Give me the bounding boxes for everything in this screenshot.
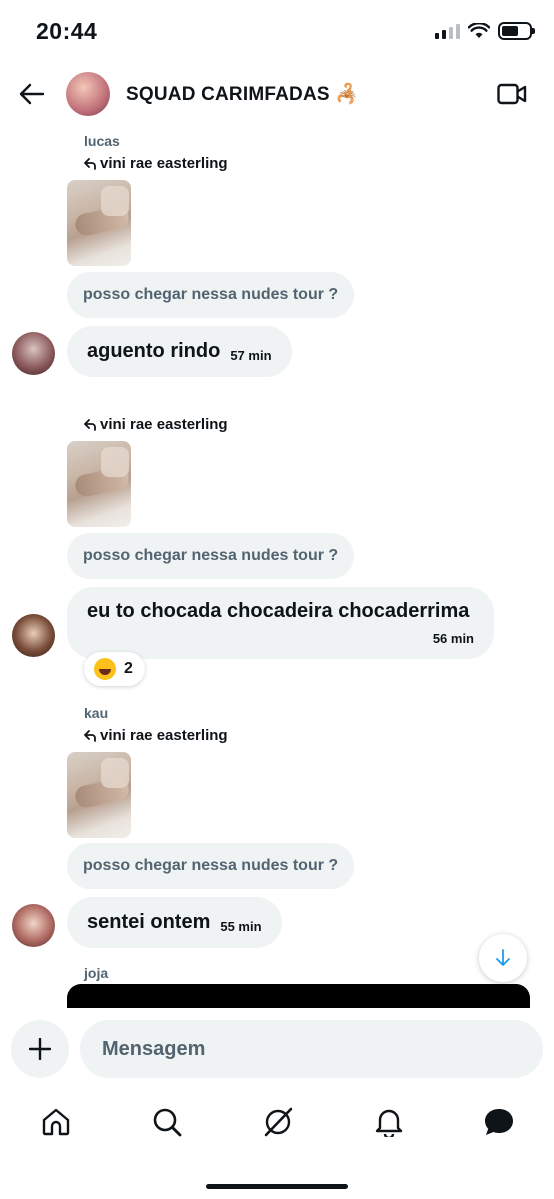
- messages-icon: [485, 1109, 513, 1135]
- quoted-media-thumbnail[interactable]: [67, 441, 131, 527]
- tab-grok[interactable]: [248, 1102, 308, 1142]
- quoted-message[interactable]: posso chegar nessa nudes tour ?: [67, 272, 355, 318]
- bottom-tab-bar: [0, 1088, 554, 1199]
- quoted-media-thumbnail[interactable]: [67, 180, 131, 266]
- grok-icon: [264, 1107, 293, 1137]
- reply-to-name: vini rae easterling: [100, 727, 228, 744]
- reaction-count: 2: [124, 660, 133, 677]
- reply-icon: [84, 729, 96, 742]
- avatar[interactable]: [12, 904, 55, 947]
- video-call-button[interactable]: [496, 78, 528, 110]
- reply-indicator: vini rae easterling: [84, 155, 228, 172]
- group-avatar[interactable]: [66, 72, 110, 116]
- bell-icon: [375, 1109, 403, 1137]
- message-text: aguento rindo: [87, 340, 221, 362]
- sender-name: kau: [84, 705, 109, 721]
- quoted-media-thumbnail[interactable]: [67, 752, 131, 838]
- reply-icon: [84, 157, 96, 170]
- conversation-header: SQUAD CARIMFADAS 🦂: [0, 64, 554, 124]
- message-time: 55 min: [220, 919, 262, 934]
- sender-name: joja: [84, 965, 109, 981]
- back-button[interactable]: [14, 76, 50, 112]
- message-time: 56 min: [432, 631, 474, 646]
- cellular-signal-icon: [435, 23, 460, 39]
- battery-icon: [498, 22, 535, 40]
- reply-icon: [84, 418, 96, 431]
- attach-button[interactable]: [11, 1020, 69, 1078]
- quoted-message[interactable]: posso chegar nessa nudes tour ?: [67, 843, 355, 889]
- reply-indicator: vini rae easterling: [84, 727, 228, 744]
- status-icons: [435, 22, 535, 40]
- message-composer: [0, 1008, 554, 1088]
- tab-home[interactable]: [26, 1102, 86, 1142]
- avatar[interactable]: [12, 614, 55, 657]
- group-title[interactable]: SQUAD CARIMFADAS 🦂: [126, 82, 359, 106]
- reaction-badge[interactable]: 2: [84, 652, 145, 686]
- message-bubble[interactable]: eu to chocada chocadeira chocaderrima 56…: [67, 587, 494, 659]
- status-bar: 20:44: [0, 0, 554, 64]
- reply-to-name: vini rae easterling: [100, 416, 228, 433]
- back-arrow-icon: [19, 83, 45, 105]
- home-indicator: [206, 1184, 348, 1189]
- home-icon: [42, 1108, 70, 1136]
- message-text: eu to chocada chocadeira chocaderrima: [87, 600, 470, 622]
- video-camera-icon: [497, 83, 527, 105]
- tab-notifications[interactable]: [359, 1102, 419, 1142]
- plus-icon: [29, 1038, 51, 1060]
- arrow-down-icon: [496, 949, 510, 966]
- reply-to-name: vini rae easterling: [100, 155, 228, 172]
- message-input[interactable]: [80, 1020, 543, 1078]
- wifi-icon: [468, 23, 490, 38]
- sender-name: lucas: [84, 133, 120, 149]
- avatar[interactable]: [12, 332, 55, 375]
- reply-indicator: vini rae easterling: [84, 416, 228, 433]
- quoted-message[interactable]: posso chegar nessa nudes tour ?: [67, 533, 355, 579]
- laughing-emoji-icon: [94, 658, 116, 680]
- message-time: 57 min: [230, 348, 272, 363]
- tab-search[interactable]: [137, 1102, 197, 1142]
- tab-messages[interactable]: [469, 1102, 529, 1142]
- search-icon: [153, 1108, 182, 1137]
- message-bubble[interactable]: aguento rindo 57 min: [67, 326, 292, 377]
- scroll-to-bottom-button[interactable]: [479, 934, 527, 982]
- message-bubble[interactable]: sentei ontem 55 min: [67, 897, 282, 948]
- status-time: 20:44: [36, 18, 98, 44]
- message-text: sentei ontem: [87, 911, 211, 933]
